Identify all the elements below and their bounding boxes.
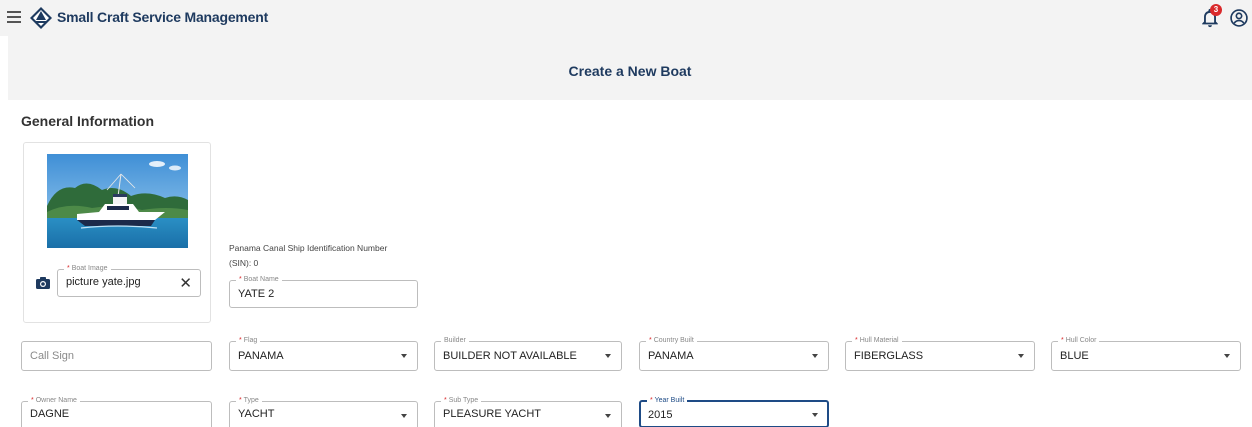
notification-badge: 3 (1210, 4, 1222, 16)
builder-value: BUILDER NOT AVAILABLE (443, 350, 577, 362)
sub-type-value: PLEASURE YACHT (443, 408, 542, 420)
chevron-down-icon (812, 354, 818, 358)
sin-value: (SIN): 0 (229, 258, 259, 268)
builder-label: Builder (444, 337, 466, 344)
chevron-down-icon (812, 413, 818, 417)
owner-name-value: DAGNE (30, 408, 70, 420)
boat-image-card: * Boat Image picture yate.jpg ✕ (23, 142, 211, 323)
app-bar: Small Craft Service Management 3 (0, 0, 1252, 36)
boat-name-label: Boat Name (243, 276, 279, 283)
call-sign-input[interactable]: Call Sign (21, 341, 212, 371)
hull-color-value: BLUE (1060, 350, 1089, 362)
chevron-down-icon (1018, 354, 1024, 358)
type-value: YACHT (238, 408, 275, 420)
chevron-down-icon (605, 414, 611, 418)
boat-image-value: picture yate.jpg (66, 276, 141, 288)
flag-select[interactable]: * Flag PANAMA (229, 336, 418, 371)
sub-type-label: Sub Type (448, 397, 479, 404)
chevron-down-icon (605, 354, 611, 358)
account-circle-icon[interactable] (1229, 8, 1249, 28)
boat-name-input[interactable]: * Boat Name YATE 2 (229, 275, 418, 308)
country-built-select[interactable]: * Country Built PANAMA (639, 336, 829, 371)
owner-name-label: Owner Name (35, 397, 77, 404)
chevron-down-icon (401, 414, 407, 418)
page-header: Create a New Boat (8, 36, 1252, 100)
close-icon[interactable]: ✕ (179, 276, 192, 291)
boat-image-label: Boat Image (71, 265, 108, 272)
boat-image-field[interactable]: * Boat Image picture yate.jpg ✕ (57, 264, 201, 297)
country-built-label: Country Built (653, 337, 694, 344)
type-select[interactable]: * Type YACHT (229, 396, 418, 427)
section-title-general: General Information (21, 113, 155, 129)
compass-logo-icon (30, 7, 52, 29)
sin-info: Panama Canal Ship Identification Number … (229, 241, 429, 271)
owner-name-input[interactable]: * Owner Name DAGNE (21, 396, 212, 427)
year-built-label: Year Built (654, 397, 685, 404)
chevron-down-icon (401, 354, 407, 358)
app-title: Small Craft Service Management (57, 9, 269, 25)
country-built-value: PANAMA (648, 350, 694, 362)
builder-select[interactable]: Builder BUILDER NOT AVAILABLE (434, 336, 622, 371)
year-built-select[interactable]: * Year Built 2015 (639, 396, 829, 427)
flag-value: PANAMA (238, 350, 284, 362)
camera-icon[interactable] (36, 277, 50, 289)
boat-name-value: YATE 2 (238, 288, 275, 300)
hull-color-label: Hull Color (1065, 337, 1097, 344)
menu-icon[interactable] (7, 11, 21, 23)
type-label: Type (243, 397, 259, 404)
year-built-value: 2015 (648, 409, 673, 421)
call-sign-placeholder: Call Sign (30, 350, 75, 362)
sub-type-select[interactable]: * Sub Type PLEASURE YACHT (434, 396, 622, 427)
boat-photo (47, 154, 188, 248)
page-title: Create a New Boat (568, 63, 692, 79)
hull-material-value: FIBERGLASS (854, 350, 924, 362)
hull-material-select[interactable]: * Hull Material FIBERGLASS (845, 336, 1035, 371)
chevron-down-icon (1224, 354, 1230, 358)
sin-label: Panama Canal Ship Identification Number (229, 243, 388, 253)
hull-color-select[interactable]: * Hull Color BLUE (1051, 336, 1241, 371)
hull-material-label: Hull Material (859, 337, 899, 344)
flag-label: Flag (243, 337, 258, 344)
